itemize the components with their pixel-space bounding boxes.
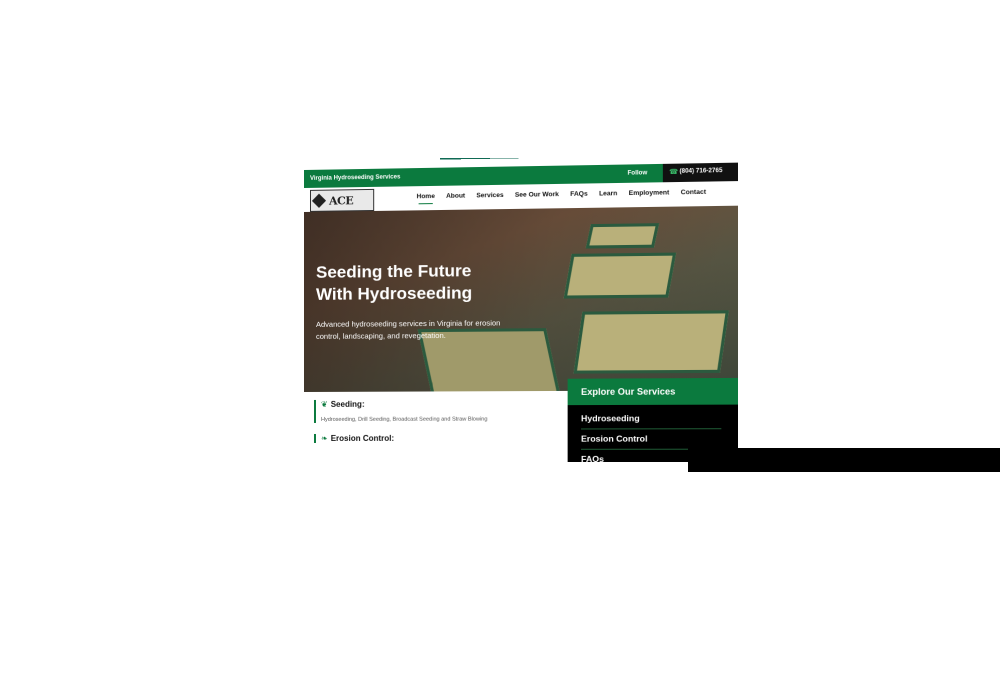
hero-photo-pond <box>564 253 677 299</box>
hero-section: Seeding the Future With Hydroseeding Adv… <box>304 206 738 392</box>
nav-item-see-our-work[interactable]: See Our Work <box>515 191 559 199</box>
nav-item-learn[interactable]: Learn <box>599 190 617 197</box>
follow-link[interactable]: Follow <box>628 170 648 176</box>
nav-menu: Home About Services See Our Work FAQs Le… <box>417 189 706 201</box>
logo-text: ACE <box>329 194 353 207</box>
nav-item-about[interactable]: About <box>446 192 465 199</box>
feature-description: Hydroseeding, Drill Seeding, Broadcast S… <box>321 417 487 423</box>
services-panel-title: Explore Our Services <box>581 386 675 397</box>
leaf-icon: ❧ <box>321 434 328 443</box>
service-link-erosion-control[interactable]: Erosion Control <box>581 429 721 450</box>
hero-title-line-2: With Hydroseeding <box>316 282 539 306</box>
nav-item-contact[interactable]: Contact <box>681 189 706 197</box>
phone-number[interactable]: (804) 716-2765 <box>680 168 723 175</box>
feature-seeding: ❦ Seeding: Hydroseeding, Drill Seeding, B… <box>314 399 487 423</box>
background-black-strip <box>688 448 1000 472</box>
site-logo[interactable]: ACE <box>310 189 374 212</box>
tagline: Virginia Hydroseeding Services <box>310 174 400 182</box>
feature-title: ❧ Erosion Control: <box>321 434 394 443</box>
nav-item-employment[interactable]: Employment <box>629 189 670 197</box>
hero-photo-pond <box>574 310 729 373</box>
service-link-hydroseeding[interactable]: Hydroseeding <box>581 409 721 430</box>
website-mockup: Virginia Hydroseeding Services Follow ☎ … <box>304 154 738 462</box>
sprout-icon: ❦ <box>321 400 328 409</box>
screenshot-stage: Virginia Hydroseeding Services Follow ☎ … <box>0 0 1000 695</box>
hero-title-line-1: Seeding the Future <box>316 259 539 284</box>
phone-icon: ☎ <box>669 168 678 176</box>
hero-title: Seeding the Future With Hydroseeding <box>316 259 539 306</box>
services-panel-header: Explore Our Services <box>568 378 738 405</box>
phone-box[interactable]: ☎ (804) 716-2765 <box>663 163 738 183</box>
nav-item-faqs[interactable]: FAQs <box>570 191 588 198</box>
feature-title-text: Erosion Control: <box>331 434 394 443</box>
feature-erosion-control: ❧ Erosion Control: <box>314 434 394 443</box>
feature-title: ❦ Seeding: <box>321 399 487 409</box>
nav-item-services[interactable]: Services <box>476 192 503 199</box>
logo-diamond-icon <box>312 194 326 208</box>
hero-photo-pond <box>586 223 660 248</box>
nav-item-home[interactable]: Home <box>417 193 435 200</box>
feature-title-text: Seeding: <box>331 400 365 409</box>
hero-subtitle: Advanced hydroseeding services in Virgin… <box>316 317 523 343</box>
